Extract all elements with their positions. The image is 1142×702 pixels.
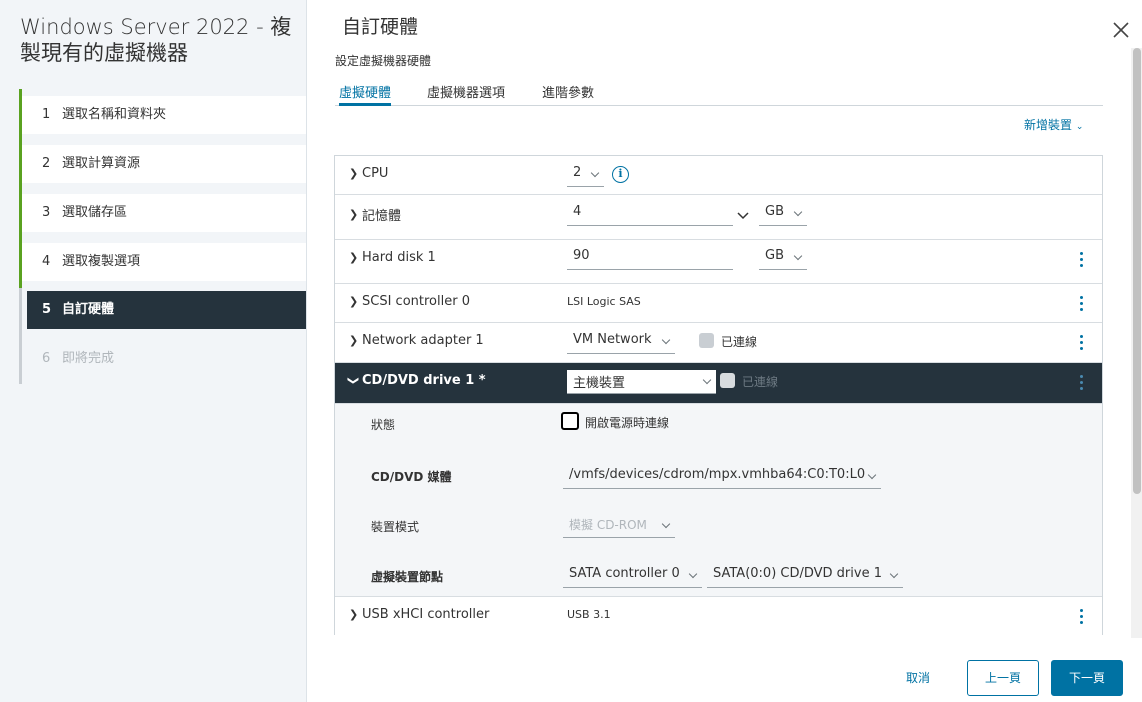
step-number: 1 <box>42 107 51 122</box>
row-label: CD/DVD drive 1 * <box>362 373 486 388</box>
row-expander[interactable]: ❯ SCSI controller 0 <box>349 294 470 309</box>
row-expander[interactable]: ❯ Hard disk 1 <box>349 250 436 265</box>
chevron-right-icon: ❯ <box>349 334 359 347</box>
device-node-select[interactable]: SATA(0:0) CD/DVD drive 1 <box>707 564 903 588</box>
cdrom-details: 狀態 開啟電源時連線 CD/DVD 媒體 /vmfs/devices/cdrom… <box>335 404 1102 597</box>
step-label: 選取計算資源 <box>62 156 141 171</box>
hardware-row-usb: ❯ USB xHCI controller USB 3.1 <box>335 597 1102 635</box>
device-mode-select: 模擬 CD-ROM <box>563 514 675 538</box>
wizard-step-6: 6 即將完成 <box>22 340 306 378</box>
row-label: Hard disk 1 <box>362 250 436 265</box>
chevron-right-icon: ❯ <box>349 208 359 221</box>
chevron-right-icon: ❯ <box>349 167 359 180</box>
wizard-title: Windows Server 2022 - 複製現有的虛擬機器 <box>20 15 292 65</box>
wizard-step-2[interactable]: 2 選取計算資源 <box>19 138 306 190</box>
row-label: CPU <box>362 166 389 181</box>
row-expander[interactable]: ❯ CD/DVD drive 1 * <box>347 373 486 388</box>
device-mode-label: 裝置模式 <box>371 520 420 534</box>
tab-vm-options[interactable]: 虛擬機器選項 <box>427 82 505 106</box>
close-icon[interactable] <box>1110 19 1132 41</box>
info-icon[interactable]: i <box>612 166 629 183</box>
connected-label: 已連線 <box>742 375 779 389</box>
network-select[interactable]: VM Network <box>567 330 675 354</box>
memory-unit-select[interactable]: GB <box>759 202 807 226</box>
hardware-row-memory: ❯ 記憶體 4 GB <box>335 195 1102 240</box>
cpu-select[interactable]: 2 <box>567 163 604 187</box>
step-number: 6 <box>42 351 51 366</box>
row-label: SCSI controller 0 <box>362 294 470 309</box>
row-expander[interactable]: ❯ 記憶體 <box>349 205 401 224</box>
hardware-table: ❯ CPU 2 i ❯ 記憶體 4 GB ❯ Hard disk 1 90 GB… <box>334 155 1103 635</box>
more-actions-icon[interactable] <box>1079 296 1083 314</box>
disk-unit-select[interactable]: GB <box>759 246 807 270</box>
connected-label: 已連線 <box>721 335 758 349</box>
tab-advanced-parameters[interactable]: 進階參數 <box>542 82 594 106</box>
connected-checkbox <box>720 373 735 388</box>
connected-checkbox[interactable] <box>699 333 714 348</box>
hardware-row-network: ❯ Network adapter 1 VM Network 已連線 <box>335 323 1102 363</box>
step-label: 選取儲存區 <box>62 205 128 220</box>
row-label: USB xHCI controller <box>362 607 490 622</box>
memory-input[interactable]: 4 <box>567 202 733 226</box>
step-label: 自訂硬體 <box>62 302 115 317</box>
next-button[interactable]: 下一頁 <box>1051 660 1123 696</box>
disk-size-input[interactable]: 90 <box>567 246 733 270</box>
chevron-down-icon: ⌄ <box>1075 122 1084 132</box>
cancel-button[interactable]: 取消 <box>888 660 948 696</box>
wizard-step-4[interactable]: 4 選取複製選項 <box>19 236 306 288</box>
wizard-step-1[interactable]: 1 選取名稱和資料夾 <box>19 89 306 141</box>
media-select[interactable]: /vmfs/devices/cdrom/mpx.vmhba64:C0:T0:L0 <box>563 465 881 489</box>
step-number: 3 <box>42 205 51 220</box>
more-actions-icon[interactable] <box>1079 252 1083 270</box>
media-label: CD/DVD 媒體 <box>371 470 452 484</box>
status-label: 狀態 <box>371 418 396 432</box>
step-number: 2 <box>42 156 51 171</box>
step-label: 選取複製選項 <box>62 254 141 269</box>
more-actions-icon[interactable] <box>1079 375 1083 393</box>
add-device-label: 新增裝置 <box>1024 118 1073 132</box>
chevron-right-icon: ❯ <box>349 251 359 264</box>
scsi-type: LSI Logic SAS <box>567 295 641 308</box>
step-number: 4 <box>42 254 51 269</box>
step-number: 5 <box>42 302 52 317</box>
tab-bar: 虛擬硬體 虛擬機器選項 進階參數 <box>335 78 1103 106</box>
wizard-sidebar: Windows Server 2022 - 複製現有的虛擬機器 1 選取名稱和資料… <box>0 0 307 702</box>
hardware-row-hard-disk: ❯ Hard disk 1 90 GB <box>335 240 1102 284</box>
page-subtitle: 設定虛擬機器硬體 <box>335 54 432 68</box>
power-on-connect-checkbox[interactable] <box>561 412 579 430</box>
step-label: 選取名稱和資料夾 <box>62 107 167 122</box>
scrollbar-thumb[interactable] <box>1133 48 1141 494</box>
add-device-button[interactable]: 新增裝置 ⌄ <box>1024 116 1083 133</box>
hardware-row-scsi: ❯ SCSI controller 0 LSI Logic SAS <box>335 284 1102 323</box>
wizard-step-3[interactable]: 3 選取儲存區 <box>19 187 306 239</box>
hardware-row-cdrom: ❯ CD/DVD drive 1 * 主機裝置 已連線 <box>335 363 1102 404</box>
row-label: Network adapter 1 <box>362 333 484 348</box>
tab-virtual-hardware[interactable]: 虛擬硬體 <box>339 82 392 106</box>
chevron-right-icon: ❯ <box>349 295 359 308</box>
more-actions-icon[interactable] <box>1079 609 1083 627</box>
chevron-down-icon[interactable] <box>737 205 749 220</box>
row-expander[interactable]: ❯ USB xHCI controller <box>349 607 489 622</box>
scrollbar[interactable] <box>1131 48 1142 638</box>
virtual-device-node-label: 虛擬裝置節點 <box>371 570 444 584</box>
chevron-right-icon: ❯ <box>349 608 359 621</box>
hardware-row-cpu: ❯ CPU 2 i <box>335 156 1102 195</box>
usb-version: USB 3.1 <box>567 608 611 621</box>
cdrom-type-select[interactable]: 主機裝置 <box>567 370 716 394</box>
more-actions-icon[interactable] <box>1079 335 1083 353</box>
row-expander[interactable]: ❯ Network adapter 1 <box>349 333 484 348</box>
row-expander[interactable]: ❯ CPU <box>349 166 388 181</box>
chevron-down-icon: ❯ <box>347 376 360 386</box>
wizard-step-5[interactable]: 5 自訂硬體 <box>27 291 306 329</box>
power-on-connect-label: 開啟電源時連線 <box>585 416 670 430</box>
step-label: 即將完成 <box>62 351 115 366</box>
controller-select[interactable]: SATA controller 0 <box>563 564 702 588</box>
row-label: 記憶體 <box>362 209 402 224</box>
back-button[interactable]: 上一頁 <box>967 660 1039 696</box>
page-title: 自訂硬體 <box>342 16 419 38</box>
